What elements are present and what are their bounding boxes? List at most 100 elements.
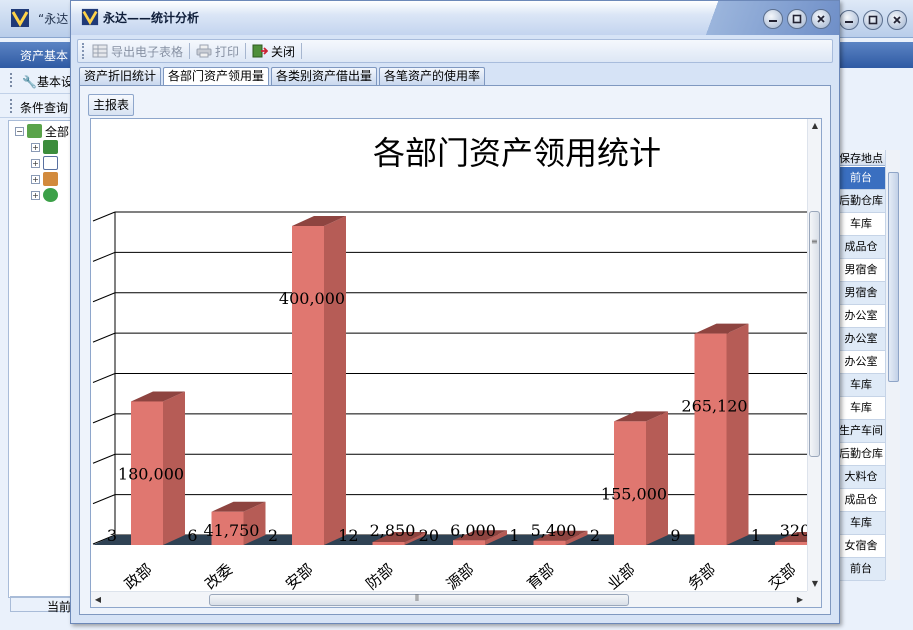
tree-root-label: 全部 (45, 124, 70, 139)
scroll-corner (807, 591, 821, 607)
bar (694, 333, 727, 545)
maximize-button[interactable] (787, 9, 807, 29)
storage-location-cell[interactable]: 前台 (837, 167, 885, 190)
bg-maximize-button[interactable] (863, 10, 883, 30)
network-icon (27, 124, 42, 138)
minimize-icon (769, 20, 777, 22)
statistics-tabs: 资产折旧统计 各部门资产领用量 各类别资产借出量 各笔资产的使用率 (79, 67, 486, 85)
minimize-button[interactable] (763, 9, 783, 29)
storage-location-cell[interactable]: 办公室 (837, 351, 885, 374)
report-viewer: 各部门资产领用统计 180,000 3 政部 41,750 6 改委 400,000 2 安部 2,… (90, 118, 822, 608)
tree-node[interactable]: + (31, 187, 58, 203)
storage-location-cell[interactable]: 成品仓 (837, 236, 885, 259)
toolbar-grip[interactable] (10, 99, 13, 113)
tree-node[interactable]: + (31, 155, 58, 171)
storage-location-cell[interactable]: 办公室 (837, 328, 885, 351)
storage-location-cell[interactable]: 前台 (837, 558, 885, 581)
statistics-dialog: 永达——统计分析 导出电子表格 打印 关闭 资产折旧统计 各部门资产领用量 各类… (70, 0, 840, 624)
count-label: 2 (268, 526, 278, 545)
scroll-left-arrow-icon[interactable]: ◀ (91, 592, 105, 608)
scroll-thumb[interactable] (888, 172, 899, 382)
storage-location-column: 保存地点 前台 后勤仓库 车库 成品仓 男宿舍 男宿舍 办公室 办公室 办公室 车库 车库 生产车间后… (836, 150, 900, 581)
expand-icon[interactable]: + (31, 142, 40, 152)
bg-close-button[interactable] (887, 10, 907, 30)
tree-node[interactable]: + (31, 171, 58, 187)
storage-location-cell[interactable]: 男宿舍 (837, 259, 885, 282)
x-tick-label: 业部 (604, 560, 639, 591)
bar (775, 542, 807, 545)
count-label: 12 (338, 526, 358, 545)
tab-asset-usage-rate[interactable]: 各笔资产的使用率 (379, 67, 486, 85)
storage-location-cell[interactable]: 后勤仓库 (837, 443, 885, 466)
storage-location-cell[interactable]: 男宿舍 (837, 282, 885, 305)
x-tick-label: 育部 (524, 560, 559, 591)
bar-side (726, 323, 749, 545)
bar-side (324, 216, 346, 545)
gridline-side (92, 453, 116, 464)
export-excel-button[interactable]: 导出电子表格 (86, 41, 189, 61)
vertical-scroll-thumb[interactable] (809, 211, 820, 457)
toolbar-grip[interactable] (10, 73, 13, 87)
scroll-down-arrow-icon[interactable]: ▼ (808, 577, 822, 591)
storage-location-cell[interactable]: 车库 (837, 374, 885, 397)
expand-icon[interactable]: + (31, 158, 40, 168)
dialog-title: 永达——统计分析 (103, 11, 200, 25)
gridline-side (92, 373, 116, 383)
collapse-icon[interactable]: − (15, 126, 24, 136)
printer-icon (196, 44, 212, 58)
expand-icon[interactable]: + (31, 174, 40, 184)
tab-department-usage[interactable]: 各部门资产领用量 (163, 67, 270, 85)
print-label: 打印 (215, 44, 240, 59)
tree-node[interactable]: + (31, 139, 58, 155)
storage-location-cell[interactable]: 后勤仓库 (837, 190, 885, 213)
count-label: 6 (187, 526, 197, 545)
window-icon (43, 156, 58, 170)
column-header-storage-location[interactable]: 保存地点 (837, 150, 885, 166)
export-excel-label: 导出电子表格 (111, 44, 184, 59)
tab-main-report[interactable]: 主报表 (88, 94, 135, 116)
data-label: 320 (780, 521, 807, 540)
count-label: 3 (107, 526, 117, 545)
bg-minimize-button[interactable] (839, 10, 859, 30)
bar (533, 540, 566, 545)
storage-location-cell[interactable]: 办公室 (837, 305, 885, 328)
background-vertical-scrollbar[interactable] (885, 150, 900, 580)
vertical-scrollbar[interactable]: ▲ ≡ ▼ (807, 119, 821, 591)
nav-label-asset-basic[interactable]: 资产基本 (20, 47, 68, 64)
basic-settings-button[interactable]: 🔧基本设 (22, 73, 73, 90)
gridline-side (92, 494, 116, 505)
storage-location-cell[interactable]: 车库 (837, 213, 885, 236)
bar-chart: 各部门资产领用统计180,0003政部41,7506改委400,0002安部2,… (92, 134, 807, 591)
dialog-titlebar[interactable]: 永达——统计分析 (71, 1, 839, 35)
expand-icon[interactable]: + (31, 190, 40, 200)
scroll-up-arrow-icon[interactable]: ▲ (808, 119, 822, 133)
storage-location-cell[interactable]: 车库 (837, 397, 885, 420)
data-label: 2,850 (370, 521, 416, 540)
storage-location-cell[interactable]: 大料仓 (837, 466, 885, 489)
tab-category-lending[interactable]: 各类别资产借出量 (271, 67, 378, 85)
x-tick-label: 交部 (765, 560, 800, 591)
basic-settings-label: 基本设 (36, 75, 73, 89)
print-button[interactable]: 打印 (190, 41, 245, 61)
horizontal-scroll-thumb[interactable]: ⦀ (209, 594, 629, 606)
storage-location-cell[interactable]: 生产车间 (837, 420, 885, 443)
bar (614, 421, 646, 545)
scroll-right-arrow-icon[interactable]: ▶ (793, 592, 807, 608)
close-button[interactable] (811, 9, 831, 29)
x-tick-label: 务部 (685, 560, 720, 591)
app-logo-icon (11, 9, 29, 27)
close-report-button[interactable]: 关闭 (246, 41, 301, 61)
condition-query-label[interactable]: 条件查询 (20, 99, 68, 116)
house-icon (43, 172, 58, 186)
storage-location-cell[interactable]: 车库 (837, 512, 885, 535)
count-label: 1 (751, 526, 761, 545)
tree-node-root[interactable]: − 全部 (15, 123, 69, 139)
storage-location-cell[interactable]: 成品仓 (837, 489, 885, 512)
data-label: 400,000 (279, 289, 345, 308)
bar (292, 226, 324, 545)
tab-depreciation[interactable]: 资产折旧统计 (79, 67, 162, 85)
storage-location-cell[interactable]: 女宿舍 (837, 535, 885, 558)
dialog-body: 导出电子表格 打印 关闭 资产折旧统计 各部门资产领用量 各类别资产借出量 各笔… (77, 37, 835, 621)
horizontal-scrollbar[interactable]: ◀ ⦀ ▶ (91, 591, 807, 607)
background-window-title: “永达 (38, 12, 69, 26)
